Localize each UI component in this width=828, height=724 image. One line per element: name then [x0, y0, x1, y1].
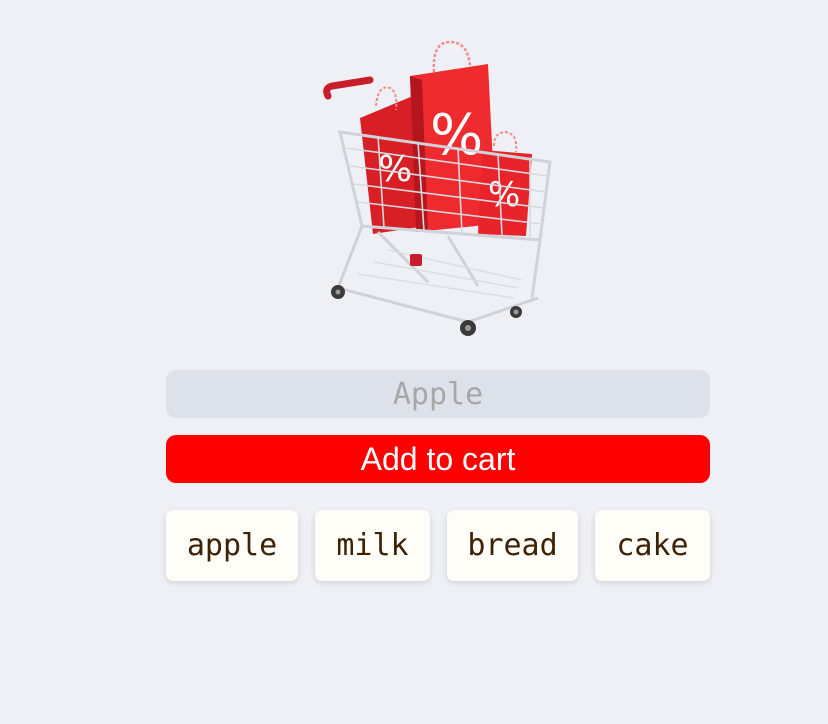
suggestion-milk[interactable]: milk	[315, 510, 430, 581]
item-input[interactable]	[166, 370, 710, 418]
suggestion-list: apple milk bread cake	[166, 510, 710, 582]
suggestion-cake[interactable]: cake	[595, 510, 710, 581]
svg-text:%: %	[488, 175, 520, 215]
suggestion-bread[interactable]: bread	[447, 510, 578, 581]
suggestion-apple[interactable]: apple	[166, 510, 298, 581]
shopping-page: % % % Apple Add to cart apple milk bread…	[0, 0, 828, 724]
shopping-cart-icon: % % %	[318, 36, 558, 346]
svg-text:%: %	[430, 103, 483, 168]
add-to-cart-button[interactable]: Add to cart	[166, 435, 710, 483]
